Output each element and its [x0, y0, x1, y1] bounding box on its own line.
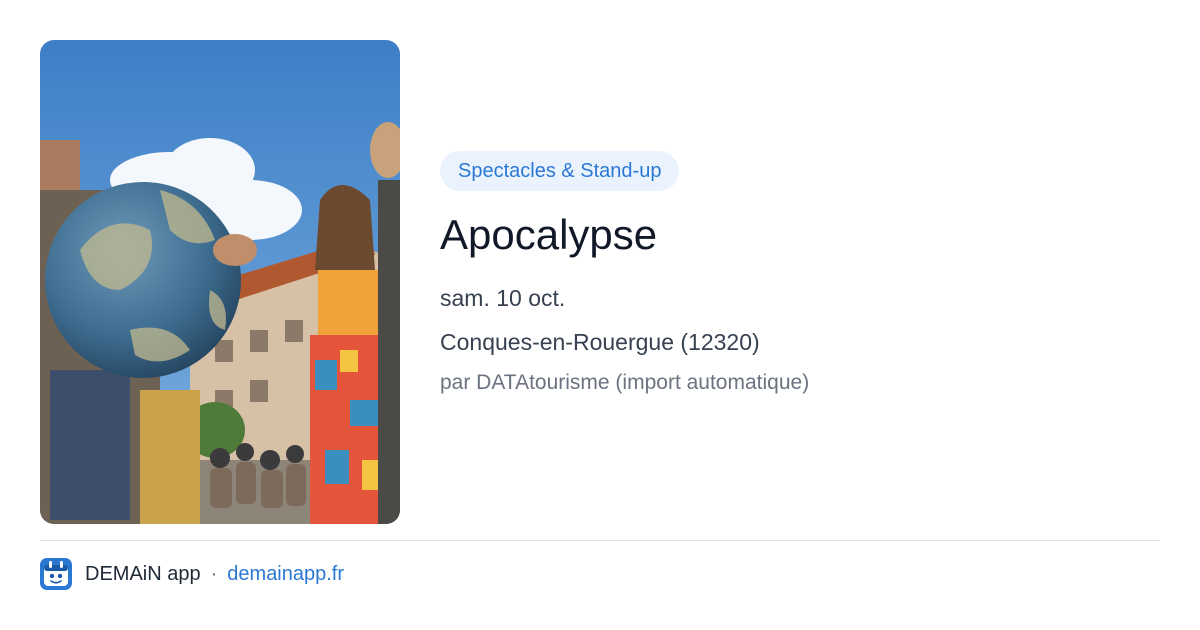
event-date: sam. 10 oct. [440, 285, 566, 311]
site-link[interactable]: demainapp.fr [227, 563, 344, 586]
footer: DEMAiN app · demainapp.fr [40, 558, 344, 590]
category-tag[interactable]: Spectacles & Stand-up [440, 151, 680, 191]
event-source: par DATAtourisme (import automatique) [440, 371, 810, 394]
event-photo [40, 40, 400, 524]
footer-separator: · [210, 562, 218, 585]
demain-app-logo-icon [40, 558, 72, 590]
footer-divider [40, 540, 1160, 541]
event-info: Spectacles & Stand-up Apocalypse sam. 10… [440, 151, 1160, 397]
app-name: DEMAiN app [85, 562, 201, 585]
event-title: Apocalypse [440, 211, 658, 258]
event-share-card: Spectacles & Stand-up Apocalypse sam. 10… [0, 0, 1200, 630]
event-location: Conques-en-Rouergue (12320) [440, 329, 760, 355]
